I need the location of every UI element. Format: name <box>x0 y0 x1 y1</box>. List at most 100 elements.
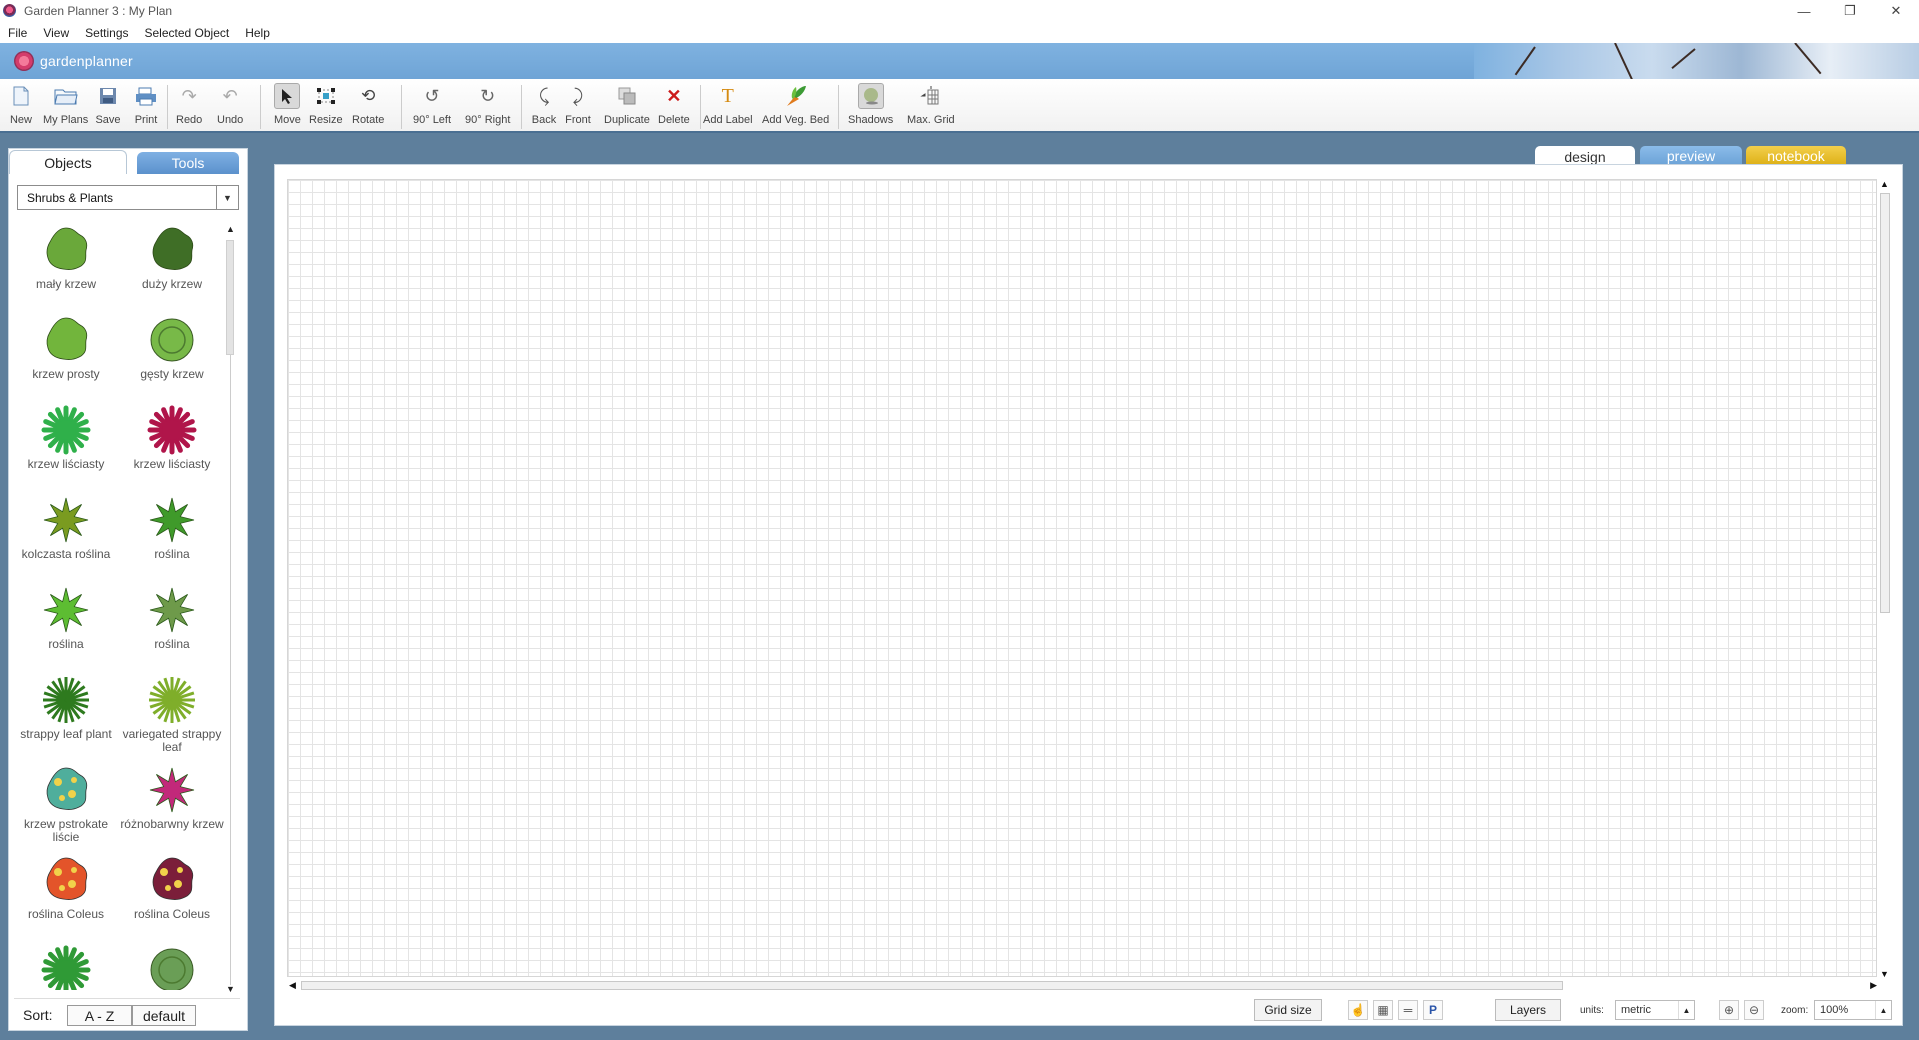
plant-thumbnail-icon <box>46 227 88 270</box>
plant-item[interactable]: krzew pstrokate liście <box>14 760 118 850</box>
add-label-button[interactable]: T Add Label <box>703 83 753 131</box>
brand-name: gardenplanner <box>40 53 133 69</box>
plant-item[interactable] <box>14 940 118 990</box>
print-button[interactable]: Print <box>133 83 159 131</box>
sort-default-button[interactable]: default <box>132 1005 196 1026</box>
scroll-thumb[interactable] <box>226 240 234 355</box>
plant-label: variegated strappy leaf <box>122 727 222 754</box>
zoom-in-icon[interactable]: ⊕ <box>1719 1000 1739 1020</box>
chevron-up-icon[interactable]: ▲ <box>1678 1001 1694 1019</box>
menu-view[interactable]: View <box>35 26 77 40</box>
canvas-horizontal-scrollbar[interactable]: ◀ ▶ <box>287 978 1877 992</box>
plant-item[interactable]: roślina <box>14 580 118 670</box>
plant-item[interactable]: krzew liściasty <box>14 400 118 490</box>
sort-bar: Sort: A - Z default <box>14 998 240 1026</box>
plant-item[interactable]: variegated strappy leaf <box>120 670 224 760</box>
chevron-down-icon[interactable]: ▼ <box>216 186 238 209</box>
plant-item[interactable]: roślina Coleus <box>120 850 224 940</box>
delete-button[interactable]: ✕ Delete <box>658 83 690 131</box>
plant-list: mały krzew duży krzew krzew prosty gęsty kr… <box>14 220 224 990</box>
plant-item[interactable]: gęsty krzew <box>120 310 224 400</box>
my-plans-button[interactable]: My Plans <box>43 83 88 131</box>
chevron-up-icon[interactable]: ▲ <box>1875 1001 1891 1019</box>
scroll-thumb[interactable] <box>1880 193 1890 613</box>
undo-button[interactable]: ↶ Undo <box>217 83 243 131</box>
plant-item[interactable]: roślina Coleus <box>14 850 118 940</box>
plant-item[interactable]: roślina <box>120 490 224 580</box>
new-button[interactable]: New <box>8 83 34 131</box>
toolbar-separator <box>167 85 168 129</box>
menu-help[interactable]: Help <box>237 26 278 40</box>
zoom-out-icon[interactable]: ⊖ <box>1744 1000 1764 1020</box>
plant-item[interactable]: duży krzew <box>120 220 224 310</box>
rotate-tool-button[interactable]: ⟲ Rotate <box>352 83 384 131</box>
plant-item[interactable]: kolczasta roślina <box>14 490 118 580</box>
maximize-button[interactable]: ❐ <box>1827 0 1873 22</box>
brand-logo-icon <box>14 51 34 71</box>
scroll-up-arrow-icon[interactable]: ▲ <box>226 224 235 234</box>
scroll-left-arrow-icon[interactable]: ◀ <box>289 980 296 991</box>
plant-thumbnail-icon <box>147 405 197 455</box>
shadows-toggle[interactable]: Shadows <box>848 83 893 131</box>
plant-list-scrollbar[interactable]: ▲ ▼ <box>224 222 236 994</box>
canvas-vertical-scrollbar[interactable]: ▲ ▼ <box>1877 179 1891 979</box>
grid-size-button[interactable]: Grid size <box>1254 999 1322 1021</box>
garden-grid-canvas[interactable] <box>287 179 1877 977</box>
bring-front-button[interactable]: ⤸ Front <box>565 83 591 131</box>
shadow-ball-icon <box>857 83 884 109</box>
units-select[interactable]: metric ▲ <box>1615 1000 1695 1020</box>
add-veg-bed-button[interactable]: Add Veg. Bed <box>762 83 829 131</box>
snap-hand-icon[interactable]: ☝ <box>1348 1000 1368 1020</box>
plant-item[interactable] <box>120 940 224 990</box>
layers-button[interactable]: Layers <box>1495 999 1561 1021</box>
scroll-thumb[interactable] <box>301 981 1563 990</box>
plant-item[interactable]: krzew liściasty <box>120 400 224 490</box>
menu-bar: File View Settings Selected Object Help <box>0 22 1919 43</box>
save-button[interactable]: Save <box>95 83 121 131</box>
max-grid-button[interactable]: Max. Grid <box>907 83 955 131</box>
plant-label: roślina <box>154 547 190 561</box>
redo-button[interactable]: ↷ Redo <box>176 83 202 131</box>
send-back-button[interactable]: ⤹ Back <box>531 83 557 131</box>
sort-az-button[interactable]: A - Z <box>67 1005 132 1026</box>
plant-label-icon[interactable]: P <box>1423 1000 1443 1020</box>
tab-notebook[interactable]: notebook <box>1746 146 1846 166</box>
plant-item[interactable]: krzew prosty <box>14 310 118 400</box>
duplicate-button[interactable]: Duplicate <box>604 83 650 131</box>
scroll-up-arrow-icon[interactable]: ▲ <box>1880 179 1889 189</box>
plant-label: krzew prosty <box>32 367 100 381</box>
brand-bar: gardenplanner <box>0 43 1919 79</box>
zoom-select[interactable]: 100% ▲ <box>1814 1000 1892 1020</box>
grid-toggle-icon[interactable]: ▦ <box>1373 1000 1393 1020</box>
scroll-down-arrow-icon[interactable]: ▼ <box>1880 969 1889 979</box>
plant-thumbnail-icon <box>149 497 195 543</box>
tab-tools[interactable]: Tools <box>137 152 239 174</box>
menu-settings[interactable]: Settings <box>77 26 136 40</box>
plant-thumbnail-icon <box>43 587 89 633</box>
text-label-icon: T <box>721 84 734 107</box>
main-toolbar: New My Plans Save Print ↷ Redo ↶ Undo Mo… <box>0 79 1919 133</box>
tab-preview[interactable]: preview <box>1640 146 1742 166</box>
close-window-button[interactable]: ✕ <box>1873 0 1919 22</box>
move-tool-button[interactable]: Move <box>274 83 301 131</box>
menu-file[interactable]: File <box>0 26 35 40</box>
resize-tool-button[interactable]: Resize <box>309 83 343 131</box>
plant-label: mały krzew <box>35 277 96 291</box>
minimize-button[interactable]: — <box>1781 0 1827 22</box>
plant-item[interactable]: strappy leaf plant <box>14 670 118 760</box>
plant-item[interactable]: roślina <box>120 580 224 670</box>
plant-item[interactable]: mały krzew <box>14 220 118 310</box>
scroll-right-arrow-icon[interactable]: ▶ <box>1870 980 1877 991</box>
plant-item[interactable]: różnobarwny krzew <box>120 760 224 850</box>
tab-objects[interactable]: Objects <box>9 150 127 174</box>
ruler-icon[interactable]: ═ <box>1398 1000 1418 1020</box>
plant-thumbnail-icon <box>43 677 89 723</box>
rotate-right-90-button[interactable]: ↻ 90° Right <box>465 83 510 131</box>
plant-thumbnail-icon <box>152 227 194 270</box>
menu-selected-object[interactable]: Selected Object <box>137 26 238 40</box>
rotate-left-90-button[interactable]: ↺ 90° Left <box>413 83 451 131</box>
plant-label: krzew pstrokate liście <box>23 817 109 844</box>
scroll-down-arrow-icon[interactable]: ▼ <box>226 984 235 994</box>
category-dropdown[interactable]: Shrubs & Plants ▼ <box>17 185 239 210</box>
plant-label: roślina Coleus <box>27 907 105 921</box>
